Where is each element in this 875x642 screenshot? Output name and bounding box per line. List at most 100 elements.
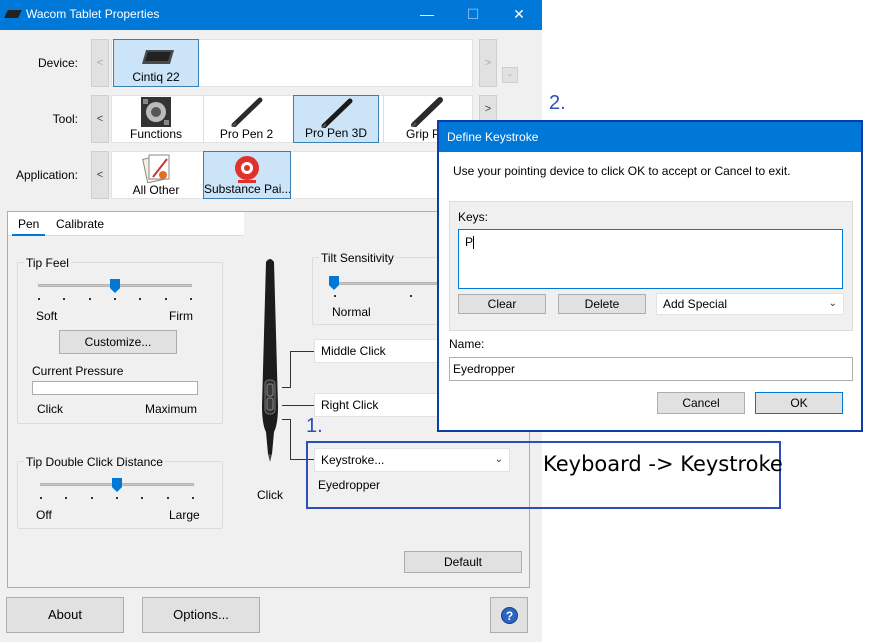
- upper-button-connector: [290, 351, 316, 352]
- tip-connector: [282, 419, 291, 420]
- slider-tick: [65, 497, 67, 499]
- step1-label: 1.: [306, 415, 323, 437]
- device-scroll-left[interactable]: <: [91, 39, 109, 87]
- slider-tick: [141, 497, 143, 499]
- help-button[interactable]: ?: [490, 597, 528, 633]
- add-special-dropdown[interactable]: Add Special ⌄: [656, 293, 844, 315]
- upper-button-connector: [290, 351, 291, 387]
- tool-label: Tool:: [52, 112, 78, 126]
- dialog-instruction: Use your pointing device to click OK to …: [453, 164, 791, 178]
- default-button[interactable]: Default: [404, 551, 522, 573]
- application-label: Application:: [15, 168, 78, 182]
- name-label: Name:: [449, 337, 485, 351]
- slider-tick: [139, 298, 141, 300]
- tool-tile-pro-pen-3d[interactable]: Pro Pen 3D: [293, 95, 379, 143]
- slider-tick: [38, 298, 40, 300]
- current-pressure-label: Current Pressure: [32, 364, 124, 378]
- ok-button[interactable]: OK: [755, 392, 843, 414]
- tool-tile-label: Pro Pen 3D: [304, 126, 368, 140]
- tool-tile-label: Pro Pen 2: [219, 127, 274, 141]
- close-button[interactable]: ✕: [496, 0, 542, 30]
- device-scroll-right[interactable]: >: [479, 39, 497, 87]
- tab-pen[interactable]: Pen: [12, 212, 46, 236]
- application-tile-label: All Other: [132, 183, 180, 197]
- tip-double-click-title: Tip Double Click Distance: [24, 455, 165, 469]
- step2-label: 2.: [549, 92, 566, 114]
- keys-input[interactable]: P: [458, 229, 843, 289]
- keys-input-value: P: [465, 235, 474, 249]
- pen-illustration: [262, 259, 278, 462]
- minimize-button[interactable]: —: [404, 0, 450, 30]
- cancel-button[interactable]: Cancel: [657, 392, 745, 414]
- pen-3d-icon: [321, 98, 353, 128]
- text-cursor: [473, 236, 475, 250]
- device-tile-label: Cintiq 22: [132, 70, 180, 84]
- tab-calibrate[interactable]: Calibrate: [50, 212, 110, 236]
- tip-click-label: Click: [257, 488, 283, 502]
- tool-scroll-left[interactable]: <: [91, 95, 109, 143]
- delete-button[interactable]: Delete: [558, 294, 646, 314]
- functions-icon: [141, 97, 171, 127]
- tilt-sensitivity-title: Tilt Sensitivity: [319, 251, 396, 265]
- application-scroll-left[interactable]: <: [91, 151, 109, 199]
- remove-device-button[interactable]: -: [502, 67, 518, 83]
- tip-feel-min-label: Soft: [36, 309, 58, 323]
- help-icon: ?: [501, 607, 518, 624]
- chevron-down-icon: ⌄: [828, 298, 837, 309]
- tip-double-click-min-label: Off: [36, 508, 52, 522]
- pressure-max-label: Maximum: [145, 402, 198, 416]
- tab-bar: Pen Calibrate: [8, 212, 244, 236]
- substance-painter-icon: [235, 156, 259, 183]
- tip-feel-max-label: Firm: [169, 309, 193, 323]
- lower-side-button-field[interactable]: Right Click: [314, 393, 442, 417]
- wacom-app-icon: [4, 10, 22, 18]
- upper-button-connector: [282, 387, 291, 388]
- tool-tile-pro-pen-2[interactable]: Pro Pen 2: [203, 95, 289, 143]
- tip-double-click-ticks: [40, 497, 194, 500]
- slider-tick: [167, 497, 169, 499]
- slider-tick: [190, 298, 192, 300]
- clear-button[interactable]: Clear: [458, 294, 546, 314]
- tilt-tick: [334, 295, 336, 297]
- slider-tick: [165, 298, 167, 300]
- tool-tile-label: Functions: [129, 127, 183, 141]
- tablet-icon: [142, 50, 174, 64]
- tilt-track: [334, 282, 438, 285]
- application-tile-label: Substance Pai...: [204, 182, 290, 196]
- tip-double-click-max-label: Large: [169, 508, 200, 522]
- device-tile-cintiq22[interactable]: Cintiq 22: [113, 39, 199, 87]
- customize-button[interactable]: Customize...: [59, 330, 177, 354]
- maximize-button[interactable]: ☐: [450, 0, 496, 30]
- slider-tick: [89, 298, 91, 300]
- tilt-tick: [410, 295, 412, 297]
- all-other-icon: [142, 154, 170, 183]
- slider-tick: [91, 497, 93, 499]
- title-bar: Wacom Tablet Properties — ☐ ✕: [0, 0, 542, 30]
- slider-tick: [116, 497, 118, 499]
- window-title: Wacom Tablet Properties: [26, 7, 160, 21]
- dialog-title: Define Keystroke: [447, 130, 539, 144]
- tool-scroll-right[interactable]: >: [479, 95, 497, 123]
- pressure-min-label: Click: [37, 402, 63, 416]
- slider-tick: [114, 298, 116, 300]
- name-input[interactable]: Eyedropper: [449, 357, 853, 381]
- lower-button-connector: [282, 405, 316, 406]
- current-pressure-bar: [32, 381, 198, 395]
- tip-feel-title: Tip Feel: [24, 256, 71, 270]
- slider-tick: [63, 298, 65, 300]
- tip-feel-ticks: [38, 298, 192, 301]
- options-button[interactable]: Options...: [142, 597, 260, 633]
- slider-tick: [192, 497, 194, 499]
- about-button[interactable]: About: [6, 597, 124, 633]
- slider-tick: [40, 497, 42, 499]
- application-tile-all-other[interactable]: All Other: [113, 151, 199, 199]
- add-special-value: Add Special: [663, 297, 728, 311]
- upper-side-button-field[interactable]: Middle Click: [314, 339, 442, 363]
- dialog-title-bar: Define Keystroke: [439, 122, 861, 152]
- define-keystroke-dialog: Define Keystroke Use your pointing devic…: [437, 120, 863, 432]
- annotation-caption: Keyboard -> Keystroke: [543, 452, 783, 476]
- tool-tile-functions[interactable]: Functions: [113, 95, 199, 143]
- application-tile-substance-painter[interactable]: Substance Pai...: [203, 151, 291, 199]
- keys-label: Keys:: [458, 210, 489, 224]
- tip-connector: [290, 419, 291, 460]
